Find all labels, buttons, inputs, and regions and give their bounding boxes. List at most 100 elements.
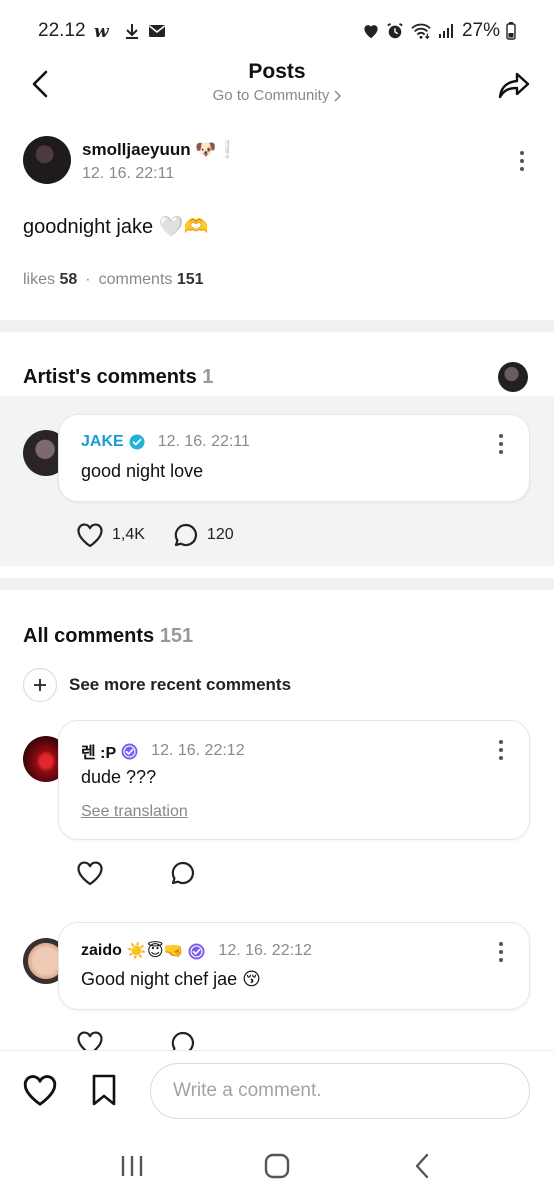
system-back-button[interactable] [392, 1141, 452, 1191]
artist-comments-section: Artist's comments 1 JAKE 12. 16. 22:11 g… [0, 332, 554, 578]
heart-outline-icon [23, 1075, 57, 1106]
comment-composer-bar [0, 1050, 554, 1132]
comment-actions [76, 860, 196, 886]
comment-bubble-icon [171, 1031, 195, 1052]
comment-like-button[interactable] [76, 1030, 104, 1052]
artist-comment-replies: 120 [206, 526, 234, 543]
home-button[interactable] [247, 1141, 307, 1191]
section-divider [0, 320, 554, 332]
comment-more-button[interactable] [491, 735, 511, 765]
top-bar: Posts Go to Community [0, 56, 554, 116]
comment-like-button[interactable] [76, 860, 104, 886]
artist-comment-time: 12. 16. 22:11 [157, 433, 250, 450]
go-to-community-link[interactable]: Go to Community [213, 87, 342, 104]
artist-comments-title: Artist's comments 1 [23, 366, 213, 389]
community-link-label: Go to Community [212, 87, 330, 104]
artist-comment-likes: 1,4K [112, 526, 145, 543]
verified-badge-icon [188, 943, 205, 960]
post-more-button[interactable] [512, 146, 532, 176]
comment-bubble: 렌 :P 12. 16. 22:12 dude ??? See translat… [58, 720, 530, 840]
page-title: Posts [248, 60, 306, 83]
see-translation-link[interactable]: See translation [81, 803, 188, 821]
dot-separator: · [85, 271, 91, 288]
comment-author-emoji: ☀️😇🤜 [126, 943, 184, 960]
post-author-avatar[interactable] [23, 136, 71, 184]
comment-author[interactable]: 렌 :P [81, 739, 116, 763]
wifi-icon [410, 22, 432, 40]
comment-bubble-icon [171, 861, 195, 885]
all-comments-title: All comments 151 [23, 625, 193, 648]
heart-outline-icon [77, 523, 103, 548]
chevron-right-icon [334, 89, 342, 102]
comment-time: 12. 16. 22:12 [218, 942, 312, 959]
svg-text:w: w [94, 22, 110, 40]
comment-more-button[interactable] [491, 937, 511, 967]
all-comments-section: All comments 151 See more recent comment… [0, 592, 554, 1052]
artist-comments-label: Artist's comments [23, 366, 197, 388]
verified-badge-icon [121, 743, 138, 760]
back-arrow-icon [415, 1153, 428, 1179]
comment-text: Good night chef jae 😚 [81, 969, 261, 989]
comments-count: 151 [176, 271, 204, 288]
verified-badge-icon [129, 434, 145, 450]
all-comments-label: All comments [23, 625, 155, 647]
artist-comment-like-button[interactable]: 1,4K [76, 522, 145, 548]
see-more-recent-button[interactable]: See more recent comments [23, 668, 291, 702]
signal-icon [438, 23, 456, 39]
artist-comment-header: JAKE 12. 16. 22:11 [81, 433, 250, 451]
bookmark-icon [92, 1074, 116, 1106]
artist-comment-more-button[interactable] [491, 429, 511, 459]
recent-apps-button[interactable] [102, 1141, 162, 1191]
comment-header: zaido ☀️😇🤜 12. 16. 22:12 [81, 941, 312, 961]
post-header: smolljaeyuun 🐶❕ 12. 16. 22:11 [0, 130, 554, 190]
comment-header: 렌 :P 12. 16. 22:12 [81, 739, 245, 763]
artist-comment-text: good night love [81, 461, 204, 481]
download-icon [124, 22, 140, 40]
all-comments-count: 151 [159, 625, 194, 647]
comments-label: comments [98, 271, 173, 288]
likes-count: 58 [59, 271, 78, 288]
battery-percent: 27% [461, 20, 500, 41]
post-author-label: smolljaeyuun [82, 140, 191, 159]
post: smolljaeyuun 🐶❕ 12. 16. 22:11 goodnight … [0, 130, 554, 288]
likes-stat[interactable]: likes 58 [23, 271, 77, 289]
alarm-icon [386, 22, 404, 40]
title-wrap: Posts Go to Community [0, 60, 554, 105]
home-icon [264, 1153, 290, 1179]
share-icon [498, 72, 530, 99]
recent-apps-icon [122, 1156, 143, 1176]
comment-author[interactable]: zaido [81, 942, 122, 960]
section-divider [0, 578, 554, 590]
w-icon: w [94, 22, 116, 40]
comment-input[interactable] [150, 1063, 530, 1119]
battery-icon [506, 22, 516, 40]
share-button[interactable] [494, 66, 534, 106]
post-time: 12. 16. 22:11 [82, 165, 175, 182]
heart-icon [362, 23, 380, 39]
likes-label: likes [23, 271, 56, 288]
artist-avatar-small[interactable] [498, 362, 528, 392]
comments-stat[interactable]: comments 151 [99, 271, 204, 289]
see-more-label: See more recent comments [69, 675, 292, 694]
post-text: goodnight jake 🤍🫶 [23, 216, 209, 238]
artist-comment-author[interactable]: JAKE [81, 433, 124, 451]
artist-comments-count: 1 [202, 366, 214, 388]
artist-comment-reply-button[interactable]: 120 [173, 522, 234, 548]
comment-text: dude ??? [81, 767, 157, 787]
post-stats: likes 58 · comments 151 [23, 271, 204, 289]
comment-bubble: zaido ☀️😇🤜 12. 16. 22:12 Good night chef… [58, 922, 530, 1010]
heart-outline-icon [77, 1031, 103, 1052]
status-right: 27% [362, 20, 516, 42]
bookmark-button[interactable] [88, 1073, 120, 1112]
plus-icon [23, 668, 57, 702]
post-like-button[interactable] [22, 1073, 58, 1112]
status-bar: 22.12 w 27% [0, 0, 554, 62]
post-author-name[interactable]: smolljaeyuun 🐶❕ [82, 140, 238, 160]
mail-icon [148, 24, 166, 38]
comment-reply-button[interactable] [170, 860, 196, 886]
status-left: 22.12 w [38, 20, 166, 42]
heart-outline-icon [77, 861, 103, 886]
comment-reply-button[interactable] [170, 1030, 196, 1052]
comment-bubble-icon [174, 523, 197, 547]
comment-time: 12. 16. 22:12 [151, 742, 245, 759]
